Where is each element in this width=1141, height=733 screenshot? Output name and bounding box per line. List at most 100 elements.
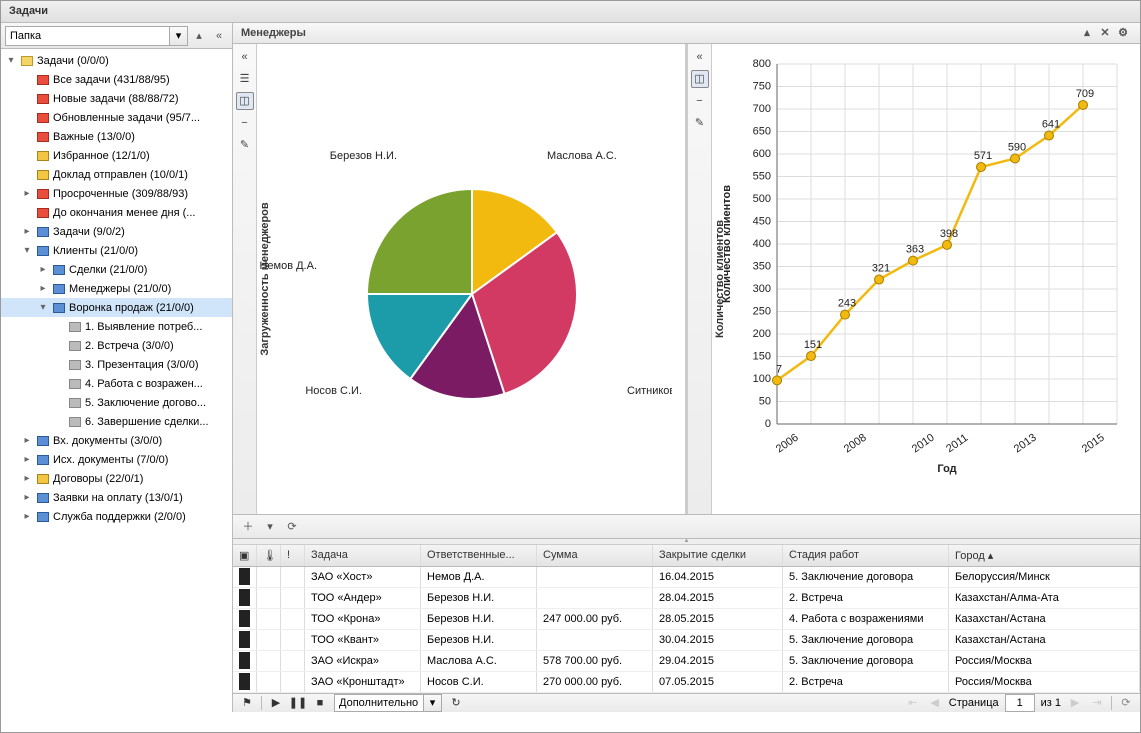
cell-close: 29.04.2015 xyxy=(653,651,783,671)
tree-item[interactable]: ▸Заявки на оплату (13/0/1) xyxy=(1,488,232,507)
collapse-up-icon[interactable]: ▴ xyxy=(190,27,208,45)
next-page-button[interactable]: ▶ xyxy=(1067,695,1083,711)
tree-item[interactable]: 3. Презентация (3/0/0) xyxy=(1,355,232,374)
col-close-date[interactable]: Закрытие сделки xyxy=(653,545,783,566)
col-city[interactable]: Город ▴ xyxy=(949,545,1140,566)
tree-item[interactable]: ▸Сделки (21/0/0) xyxy=(1,260,232,279)
flag-icon[interactable]: ⚑ xyxy=(239,695,255,711)
edit-icon[interactable]: ✎ xyxy=(236,136,254,154)
col-priority[interactable]: 🌡 xyxy=(257,545,281,566)
tree-item[interactable]: 4. Работа с возражен... xyxy=(1,374,232,393)
refresh-page-icon[interactable]: ⟳ xyxy=(1118,695,1134,711)
add-button[interactable]: ＋ xyxy=(239,517,257,535)
first-page-button[interactable]: ⇤ xyxy=(905,695,921,711)
tree-expander-icon[interactable]: ▸ xyxy=(21,435,33,446)
col-stage[interactable]: Стадия работ xyxy=(783,545,949,566)
svg-text:250: 250 xyxy=(753,305,771,317)
tree-item[interactable]: Новые задачи (88/88/72) xyxy=(1,89,232,108)
stop-button[interactable]: ■ xyxy=(312,695,328,711)
table-row[interactable]: ТОО «Крона»Березов Н.И.247 000.00 руб.28… xyxy=(233,609,1140,630)
cell-close: 16.04.2015 xyxy=(653,567,783,587)
extra-combo[interactable]: ▾ xyxy=(334,694,442,712)
cell-responsible: Немов Д.А. xyxy=(421,567,537,587)
play-button[interactable]: ▶ xyxy=(268,695,284,711)
tree-expander-icon[interactable]: ▸ xyxy=(37,264,49,275)
refresh-icon[interactable]: ⟳ xyxy=(283,517,301,535)
settings-icon[interactable]: ⚙ xyxy=(1114,24,1132,42)
tree-item[interactable]: ▸Задачи (9/0/2) xyxy=(1,222,232,241)
tree-expander-icon[interactable]: ▸ xyxy=(37,283,49,294)
tree-expander-icon[interactable]: ▾ xyxy=(21,245,33,256)
svg-text:Количество клиентов: Количество клиентов xyxy=(721,185,733,303)
tree-item[interactable]: ▾Клиенты (21/0/0) xyxy=(1,241,232,260)
tree-item[interactable]: Все задачи (431/88/95) xyxy=(1,70,232,89)
pause-button[interactable]: ❚❚ xyxy=(290,695,306,711)
page-input[interactable] xyxy=(1005,694,1035,712)
tree-expander-icon[interactable]: ▸ xyxy=(21,492,33,503)
tree-expander-icon[interactable]: ▸ xyxy=(21,226,33,237)
chart-view-icon[interactable]: ◫ xyxy=(691,70,709,88)
tree-item[interactable]: ▸Менеджеры (21/0/0) xyxy=(1,279,232,298)
folder-combo[interactable]: ▾ xyxy=(5,26,188,46)
tree-item[interactable]: Обновленные задачи (95/7... xyxy=(1,108,232,127)
tree-expander-icon[interactable]: ▸ xyxy=(21,473,33,484)
list-view-icon[interactable]: ☰ xyxy=(236,70,254,88)
folder-combo-dropdown[interactable]: ▾ xyxy=(170,26,188,46)
tree-item[interactable]: ▸Служба поддержки (2/0/0) xyxy=(1,507,232,526)
prev-page-button[interactable]: ◀ xyxy=(927,695,943,711)
table-body[interactable]: ЗАО «Хост»Немов Д.А.16.04.20155. Заключе… xyxy=(233,567,1140,693)
table-row[interactable]: ТОО «Андер»Березов Н.И.28.04.20152. Встр… xyxy=(233,588,1140,609)
col-flag[interactable]: ! xyxy=(281,545,305,566)
tree-item[interactable]: 6. Завершение сделки... xyxy=(1,412,232,431)
tree-expander-icon[interactable]: ▸ xyxy=(21,511,33,522)
folder-tree[interactable]: ▾Задачи (0/0/0)Все задачи (431/88/95)Нов… xyxy=(1,49,232,712)
cell-responsible: Маслова А.С. xyxy=(421,651,537,671)
add-dropdown-icon[interactable]: ▾ xyxy=(261,517,279,535)
table-row[interactable]: ЗАО «Искра»Маслова А.С.578 700.00 руб.29… xyxy=(233,651,1140,672)
tree-item[interactable]: ▸Исх. документы (7/0/0) xyxy=(1,450,232,469)
folder-input[interactable] xyxy=(5,26,170,46)
cell-city: Россия/Москва xyxy=(949,672,1140,692)
close-panel-icon[interactable]: ✕ xyxy=(1096,24,1114,42)
last-page-button[interactable]: ⇥ xyxy=(1089,695,1105,711)
pie-chart-panel: « ☰ ◫ − ✎ Загруженность менеджеров Масло… xyxy=(233,44,688,514)
table-row[interactable]: ЗАО «Кронштадт»Носов С.И.270 000.00 руб.… xyxy=(233,672,1140,693)
extra-combo-input[interactable] xyxy=(334,694,424,712)
tree-expander-icon[interactable]: ▾ xyxy=(37,302,49,313)
tree-item[interactable]: ▾Воронка продаж (21/0/0) xyxy=(1,298,232,317)
table-row[interactable]: ЗАО «Хост»Немов Д.А.16.04.20155. Заключе… xyxy=(233,567,1140,588)
table-row[interactable]: ТОО «Квант»Березов Н.И.30.04.20155. Закл… xyxy=(233,630,1140,651)
chart-view-icon[interactable]: ◫ xyxy=(236,92,254,110)
col-responsible[interactable]: Ответственные... xyxy=(421,545,537,566)
loop-icon[interactable]: ↻ xyxy=(448,695,464,711)
tree-item[interactable]: ▸Просроченные (309/88/93) xyxy=(1,184,232,203)
col-sum[interactable]: Сумма xyxy=(537,545,653,566)
collapse-left-icon[interactable]: « xyxy=(210,27,228,45)
col-task[interactable]: Задача xyxy=(305,545,421,566)
tree-expander-icon[interactable]: ▾ xyxy=(5,55,17,66)
minus-icon[interactable]: − xyxy=(236,114,254,132)
extra-combo-dropdown[interactable]: ▾ xyxy=(424,694,442,712)
edit-icon[interactable]: ✎ xyxy=(691,114,709,132)
tree-item[interactable]: До окончания менее дня (... xyxy=(1,203,232,222)
tree-item[interactable]: 1. Выявление потреб... xyxy=(1,317,232,336)
cell-task: ЗАО «Искра» xyxy=(305,651,421,671)
tree-expander-icon[interactable]: ▸ xyxy=(21,454,33,465)
minus-icon[interactable]: − xyxy=(691,92,709,110)
svg-text:151: 151 xyxy=(804,339,822,351)
tree-item[interactable]: ▾Задачи (0/0/0) xyxy=(1,51,232,70)
collapse-left-icon[interactable]: « xyxy=(691,48,709,66)
tree-item[interactable]: ▸Договоры (22/0/1) xyxy=(1,469,232,488)
tree-item[interactable]: Доклад отправлен (10/0/1) xyxy=(1,165,232,184)
tree-item[interactable]: ▸Вх. документы (3/0/0) xyxy=(1,431,232,450)
tree-item[interactable]: Избранное (12/1/0) xyxy=(1,146,232,165)
tree-expander-icon[interactable]: ▸ xyxy=(21,188,33,199)
col-marker[interactable]: ▣ xyxy=(233,545,257,566)
tree-item[interactable]: 2. Встреча (3/0/0) xyxy=(1,336,232,355)
collapse-panel-icon[interactable]: ▴ xyxy=(1078,24,1096,42)
collapse-left-icon[interactable]: « xyxy=(236,48,254,66)
svg-text:650: 650 xyxy=(753,125,771,137)
tree-item[interactable]: Важные (13/0/0) xyxy=(1,127,232,146)
cell-responsible: Носов С.И. xyxy=(421,672,537,692)
tree-item[interactable]: 5. Заключение догово... xyxy=(1,393,232,412)
